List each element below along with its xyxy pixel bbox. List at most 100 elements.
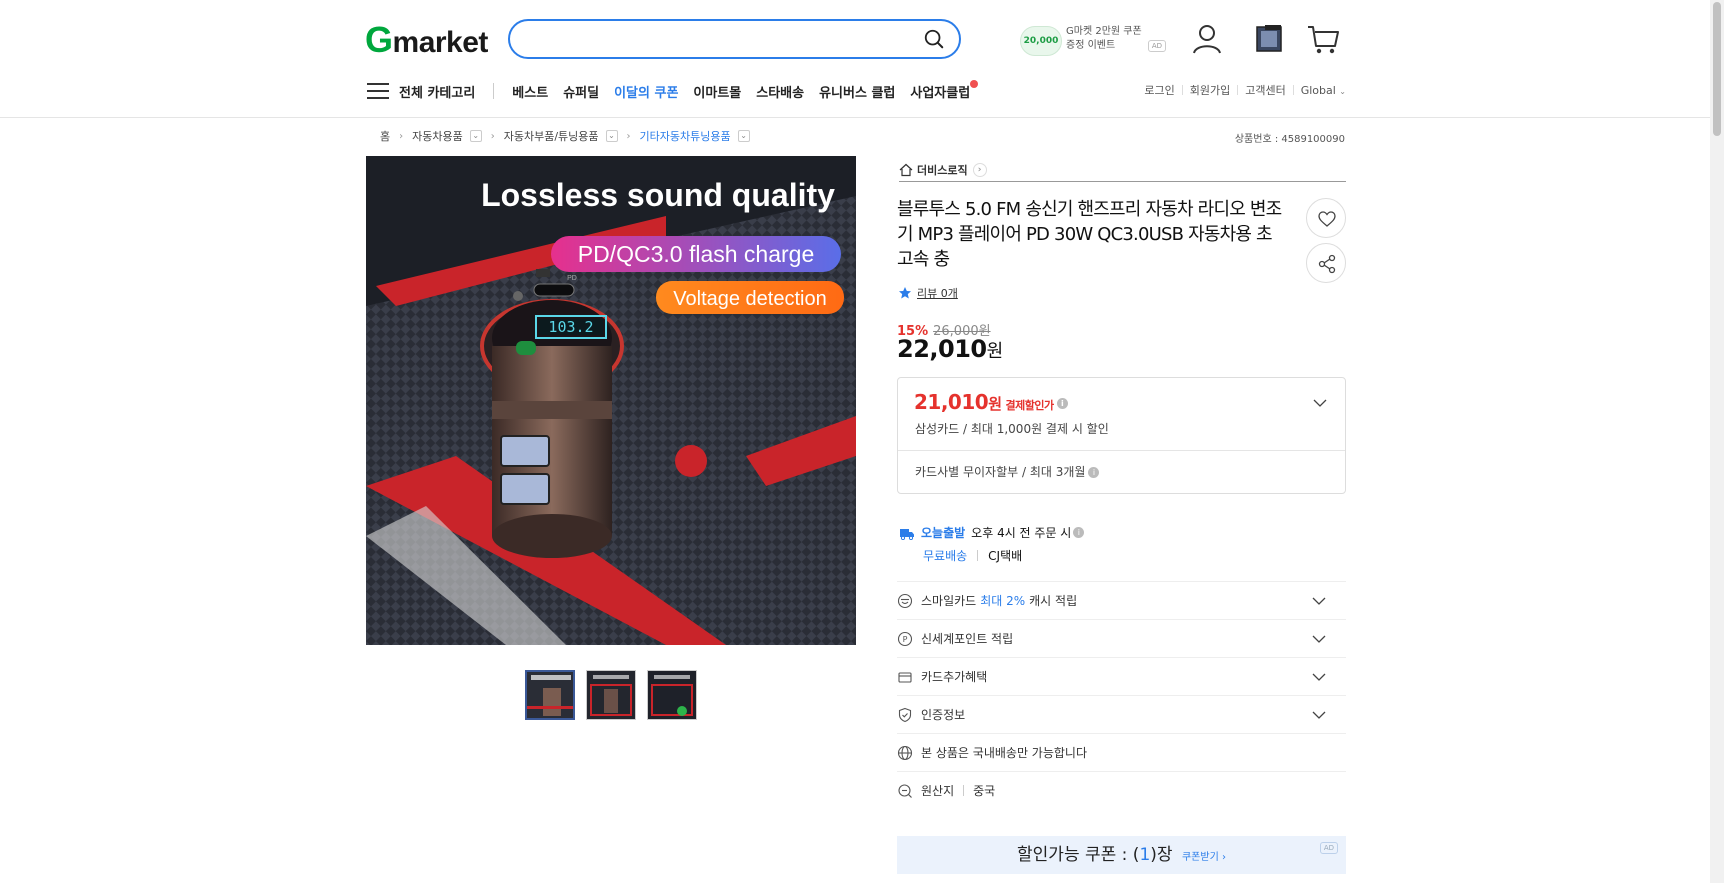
coupon-banner[interactable]: 할인가능 쿠폰 : (1)장 쿠폰받기 › AD bbox=[897, 836, 1346, 874]
login-link[interactable]: 로그인 bbox=[1144, 82, 1174, 98]
smile-icon bbox=[897, 593, 913, 608]
info-icon[interactable]: i bbox=[1073, 527, 1085, 538]
payment-discount-price: 21,010원 결제할인가 i bbox=[914, 390, 1068, 414]
installment-info: 카드사별 무이자할부 / 최대 3개월 i bbox=[915, 463, 1100, 480]
free-shipping: 무료배송 bbox=[923, 549, 968, 563]
nav-emart[interactable]: 이마트몰 bbox=[693, 82, 741, 101]
image-pd-text: PD bbox=[567, 275, 577, 282]
shipping-options: 무료배송 CJ택배 bbox=[923, 547, 1022, 564]
chevron-right-icon: › bbox=[490, 130, 495, 142]
certification-row[interactable]: 인증정보 bbox=[897, 695, 1346, 733]
nav-monthly-coupon[interactable]: 이달의 쿠폰 bbox=[614, 82, 678, 101]
chevron-down-icon[interactable] bbox=[1313, 396, 1327, 410]
image-headline: Lossless sound quality bbox=[481, 177, 835, 213]
fast-delivery-icon bbox=[900, 528, 914, 540]
today-shipping-label: 오늘출발 bbox=[921, 526, 966, 540]
search-icon[interactable] bbox=[923, 28, 945, 50]
breadcrumb-level1[interactable]: 자동차용품 bbox=[412, 128, 463, 144]
gmarket-logo[interactable]: Gmarket bbox=[365, 22, 488, 61]
coupon-count: 1 bbox=[1139, 845, 1151, 865]
menu-icon[interactable] bbox=[367, 82, 389, 100]
seller-store-link[interactable]: 더비스로직 › bbox=[899, 158, 1346, 182]
search-box[interactable] bbox=[508, 19, 961, 59]
payment-discount-label: 결제할인가 bbox=[1005, 399, 1055, 412]
image-display-text: 103.2 bbox=[548, 318, 593, 336]
origin-row: 원산지 중국 bbox=[897, 771, 1346, 809]
nav-business-club[interactable]: 사업자클럽 bbox=[910, 79, 979, 101]
thumbnail-3[interactable] bbox=[647, 670, 697, 720]
breadcrumb: 홈 › 자동차용품 ⌄ › 자동차부품/튜닝용품 ⌄ › 기타자동차튜닝용품 ⌄ bbox=[380, 128, 750, 144]
chevron-down-icon bbox=[1312, 673, 1326, 681]
nav-superdeal[interactable]: 슈퍼딜 bbox=[563, 82, 599, 101]
scrollbar-thumb[interactable] bbox=[1713, 2, 1721, 136]
user-icon[interactable] bbox=[1190, 22, 1224, 56]
shield-check-icon bbox=[898, 707, 912, 722]
info-icon[interactable]: i bbox=[1056, 398, 1068, 409]
signup-link[interactable]: 회원가입 bbox=[1190, 82, 1230, 98]
seller-name: 더비스로직 bbox=[917, 163, 968, 177]
nav-best[interactable]: 베스트 bbox=[512, 82, 548, 101]
share-icon bbox=[1318, 254, 1336, 274]
breadcrumb-current[interactable]: 기타자동차튜닝용품 bbox=[640, 128, 731, 144]
svg-text:P: P bbox=[903, 635, 908, 644]
carrier-name: CJ택배 bbox=[988, 549, 1023, 563]
chevron-down-icon: ⌄ bbox=[1339, 86, 1346, 96]
card-icon bbox=[898, 671, 912, 683]
point-icon: P bbox=[897, 631, 913, 646]
breadcrumb-level2[interactable]: 자동차부품/튜닝용품 bbox=[504, 128, 599, 144]
customer-center-link[interactable]: 고객센터 bbox=[1245, 82, 1285, 98]
chevron-right-icon: › bbox=[399, 130, 404, 142]
coupon-ad-text: G마켓 2만원 쿠폰 증정 이벤트 bbox=[1066, 26, 1142, 51]
new-badge-dot bbox=[970, 79, 979, 88]
product-photo: Lossless sound quality PD/QC3.0 flash ch… bbox=[366, 156, 856, 645]
ad-tag: AD bbox=[1147, 40, 1166, 52]
header-divider bbox=[0, 117, 1724, 118]
global-link[interactable]: Global ⌄ bbox=[1301, 84, 1346, 97]
ad-tag: AD bbox=[1319, 842, 1338, 854]
image-charge-text: PD/QC3.0 flash charge bbox=[578, 241, 815, 267]
breadcrumb-home[interactable]: 홈 bbox=[380, 128, 390, 144]
origin-label: 원산지 bbox=[921, 784, 955, 798]
thumbnail-1[interactable] bbox=[525, 670, 575, 720]
chevron-right-icon: › bbox=[626, 130, 631, 142]
info-icon[interactable]: i bbox=[1088, 467, 1100, 478]
wishlist-button[interactable] bbox=[1306, 198, 1346, 238]
product-main-image[interactable]: Lossless sound quality PD/QC3.0 flash ch… bbox=[366, 156, 856, 645]
utility-links: 로그인 회원가입 고객센터 Global ⌄ bbox=[1144, 82, 1346, 98]
shinsegae-point-row[interactable]: P 신세계포인트 적립 bbox=[897, 619, 1346, 657]
thumbnail-2[interactable] bbox=[586, 670, 636, 720]
payment-discount-desc: 삼성카드 / 최대 1,000원 결제 시 할인 bbox=[915, 422, 1109, 436]
share-button[interactable] bbox=[1306, 243, 1346, 283]
coupon-badge: 20,000 bbox=[1020, 26, 1062, 56]
smile-card-row[interactable]: 스마일카드 최대 2% 캐시 적립 bbox=[897, 581, 1346, 619]
image-voltage-text: Voltage detection bbox=[673, 288, 826, 310]
chevron-down-icon bbox=[1312, 635, 1326, 643]
cart-icon[interactable] bbox=[1306, 22, 1340, 56]
product-number: 상품번호 : 4589100090 bbox=[1234, 134, 1345, 145]
chevron-down-icon[interactable]: ⌄ bbox=[737, 130, 750, 142]
domestic-shipping-row: 본 상품은 국내배송만 가능합니다 bbox=[897, 733, 1346, 771]
heart-icon bbox=[1318, 211, 1336, 227]
recent-item-icon[interactable] bbox=[1252, 22, 1286, 56]
product-title: 블루투스 5.0 FM 송신기 핸즈프리 자동차 라디오 변조기 MP3 플레이… bbox=[897, 199, 1282, 270]
chevron-down-icon[interactable]: ⌄ bbox=[469, 130, 482, 142]
all-categories-button[interactable]: 전체 카테고리 bbox=[399, 82, 475, 101]
nav-links: 베스트 슈퍼딜 이달의 쿠폰 이마트몰 스타배송 유니버스 클럽 사업자클럽 bbox=[512, 79, 979, 101]
get-coupon-link[interactable]: 쿠폰받기 › bbox=[1182, 852, 1226, 863]
chevron-right-icon: › bbox=[972, 162, 987, 177]
chevron-down-icon[interactable]: ⌄ bbox=[605, 130, 618, 142]
nav-star-delivery[interactable]: 스타배송 bbox=[756, 82, 804, 101]
divider bbox=[898, 450, 1345, 451]
today-shipping: 오늘출발 오후 4시 전 주문 시 i bbox=[899, 524, 1085, 541]
nav-universe-club[interactable]: 유니버스 클럽 bbox=[819, 82, 895, 101]
search-input[interactable] bbox=[528, 29, 908, 49]
payment-discount-box[interactable]: 21,010원 결제할인가 i 삼성카드 / 최대 1,000원 결제 시 할인 카… bbox=[897, 377, 1346, 494]
globe-icon bbox=[897, 745, 913, 760]
card-benefit-row[interactable]: 카드추가혜택 bbox=[897, 657, 1346, 695]
review-link[interactable]: 리뷰 0개 bbox=[898, 285, 958, 301]
search-origin-icon bbox=[898, 783, 912, 798]
coupon-event-ad[interactable]: 20,000 G마켓 2만원 쿠폰 증정 이벤트 AD bbox=[1020, 22, 1166, 60]
home-icon bbox=[899, 163, 913, 176]
today-shipping-desc: 오후 4시 전 주문 시 bbox=[971, 526, 1072, 540]
main-nav: 전체 카테고리 베스트 슈퍼딜 이달의 쿠폰 이마트몰 스타배송 유니버스 클럽… bbox=[367, 79, 979, 102]
